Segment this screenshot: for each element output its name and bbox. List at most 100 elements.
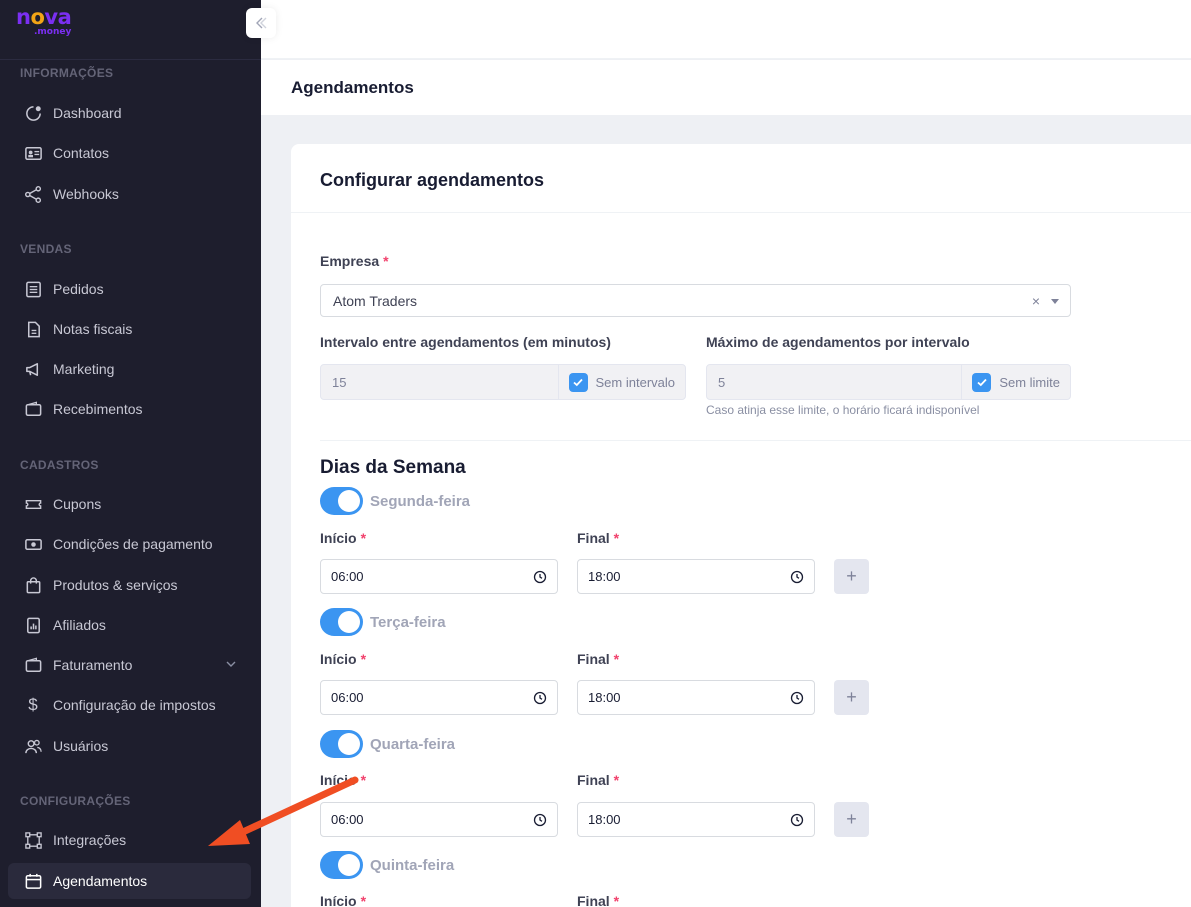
time-value: 06:00: [331, 569, 364, 584]
label-text: Início: [320, 651, 357, 667]
final-time-input[interactable]: 18:00: [577, 680, 815, 715]
label-text: Final: [577, 772, 610, 788]
share-nodes-icon: [23, 184, 43, 204]
sidebar-item-label: Faturamento: [53, 657, 133, 673]
clock-icon[interactable]: [533, 813, 547, 827]
inicio-label: Início *: [320, 651, 366, 667]
required-mark: *: [613, 893, 620, 907]
wallet-icon: [23, 655, 43, 675]
nova-money-logo[interactable]: nova .money: [16, 6, 106, 40]
double-chevron-left-icon: [256, 17, 267, 29]
sidebar-item-label: Dashboard: [53, 105, 122, 121]
clock-icon[interactable]: [790, 813, 804, 827]
sem-limite-checkbox[interactable]: Sem limite: [962, 365, 1070, 399]
bar-chart-doc-icon: [23, 615, 43, 635]
add-interval-button[interactable]: +: [834, 802, 869, 837]
sidebar-collapse-button[interactable]: [246, 8, 276, 38]
required-mark: *: [383, 253, 389, 269]
sidebar-item-condicoes-pagamento[interactable]: Condições de pagamento: [8, 526, 251, 562]
label-text: Final: [577, 530, 610, 546]
clock-icon[interactable]: [533, 691, 547, 705]
label-text: Início: [320, 893, 357, 907]
orders-list-icon: [23, 279, 43, 299]
sidebar-item-label: Notas fiscais: [53, 321, 133, 337]
logo-subtext: .money: [34, 27, 72, 37]
day-label: Terça-feira: [370, 614, 446, 631]
sidebar-item-label: Recebimentos: [53, 401, 143, 417]
sidebar-item-dashboard[interactable]: Dashboard: [8, 95, 251, 131]
required-mark: *: [613, 530, 620, 546]
toggle-quarta[interactable]: [320, 730, 363, 758]
sidebar-item-usuarios[interactable]: Usuários: [8, 728, 251, 764]
sidebar-item-recebimentos[interactable]: Recebimentos: [8, 391, 251, 427]
shopping-bag-icon: [23, 575, 43, 595]
required-mark: *: [613, 651, 620, 667]
sidebar-item-label: Usuários: [53, 738, 109, 754]
sem-intervalo-checkbox[interactable]: Sem intervalo: [559, 365, 685, 399]
sidebar-item-label: Cupons: [53, 496, 102, 512]
empresa-select[interactable]: Atom Traders ×: [320, 284, 1071, 317]
final-time-input[interactable]: 18:00: [577, 802, 815, 837]
checkbox-checked-icon: [972, 372, 992, 392]
checkbox-label: Sem limite: [999, 374, 1060, 390]
page-title: Agendamentos: [291, 78, 414, 97]
section-cadastros: CADASTROS: [20, 458, 99, 472]
chevron-down-icon[interactable]: [225, 658, 237, 670]
time-value: 06:00: [331, 690, 364, 705]
sidebar-item-agendamentos[interactable]: Agendamentos: [8, 863, 251, 899]
logo-letter: v: [44, 5, 58, 29]
final-label: Final *: [577, 772, 619, 788]
checkbox-label: Sem intervalo: [595, 374, 675, 390]
caret-down-icon[interactable]: [1051, 299, 1059, 304]
sidebar-item-label: Agendamentos: [53, 873, 148, 889]
section-informacoes: INFORMAÇÕES: [20, 66, 114, 80]
day-label: Quinta-feira: [370, 857, 455, 874]
label-text: Final: [577, 893, 610, 907]
sidebar-item-faturamento[interactable]: Faturamento: [8, 647, 251, 683]
contact-card-icon: [23, 143, 43, 163]
section-vendas: VENDAS: [20, 242, 72, 256]
sidebar-item-produtos-servicos[interactable]: Produtos & serviços: [8, 567, 251, 603]
sidebar-divider: [0, 59, 261, 60]
toggle-segunda[interactable]: [320, 487, 363, 515]
clock-icon[interactable]: [790, 691, 804, 705]
label-text: Final: [577, 651, 610, 667]
sidebar-item-pedidos[interactable]: Pedidos: [8, 271, 251, 307]
card-title: Configurar agendamentos: [320, 170, 545, 190]
required-mark: *: [360, 530, 367, 546]
sidebar-item-notas-fiscais[interactable]: Notas fiscais: [8, 311, 251, 347]
time-value: 18:00: [588, 690, 621, 705]
top-header: [261, 0, 1191, 59]
schedule-config-card: Configurar agendamentos Empresa * Atom Tr…: [291, 144, 1191, 907]
inicio-time-input[interactable]: 06:00: [320, 559, 558, 594]
clock-icon[interactable]: [790, 570, 804, 584]
sidebar-item-label: Condições de pagamento: [53, 536, 213, 552]
sidebar-item-webhooks[interactable]: Webhooks: [8, 176, 251, 212]
day-label: Quarta-feira: [370, 736, 456, 753]
intervalo-label: Intervalo entre agendamentos (em minutos…: [320, 334, 611, 350]
add-interval-button[interactable]: +: [834, 559, 869, 594]
clear-icon[interactable]: ×: [1032, 293, 1040, 309]
intervalo-input[interactable]: 15: [321, 365, 559, 399]
label-text: Empresa: [320, 253, 380, 269]
ticket-icon: [23, 494, 43, 514]
sidebar-item-impostos[interactable]: $ Configuração de impostos: [8, 687, 251, 723]
maximo-input[interactable]: 5: [707, 365, 963, 399]
add-interval-button[interactable]: +: [834, 680, 869, 715]
logo-letter: a: [57, 5, 72, 29]
document-icon: [23, 319, 43, 339]
wallet-icon: [23, 399, 43, 419]
inicio-time-input[interactable]: 06:00: [320, 680, 558, 715]
sidebar-item-contatos[interactable]: Contatos: [8, 135, 251, 171]
clock-icon[interactable]: [533, 570, 547, 584]
dashboard-icon: [23, 103, 43, 123]
sidebar-item-cupons[interactable]: Cupons: [8, 486, 251, 522]
logo-letter: o: [30, 5, 45, 29]
sidebar-item-afiliados[interactable]: Afiliados: [8, 607, 251, 643]
intervalo-input-group: 15 Sem intervalo: [320, 364, 686, 400]
time-value: 18:00: [588, 569, 621, 584]
sidebar-item-marketing[interactable]: Marketing: [8, 351, 251, 387]
final-time-input[interactable]: 18:00: [577, 559, 815, 594]
day-label: Segunda-feira: [370, 493, 471, 510]
toggle-terca[interactable]: [320, 608, 363, 636]
